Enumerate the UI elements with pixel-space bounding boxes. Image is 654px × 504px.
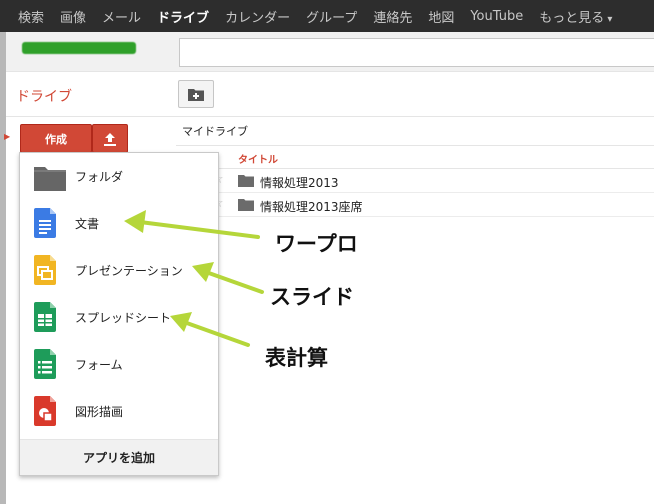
arrow-sheets [182,320,250,347]
callout-spreadsheet: 表計算 [265,346,328,370]
callout-slides: スライド [270,285,354,309]
arrow-slides [204,270,264,294]
arrow-head-docs [124,210,146,233]
callout-word-processor: ワープロ [275,232,358,256]
arrow-docs [138,220,260,239]
